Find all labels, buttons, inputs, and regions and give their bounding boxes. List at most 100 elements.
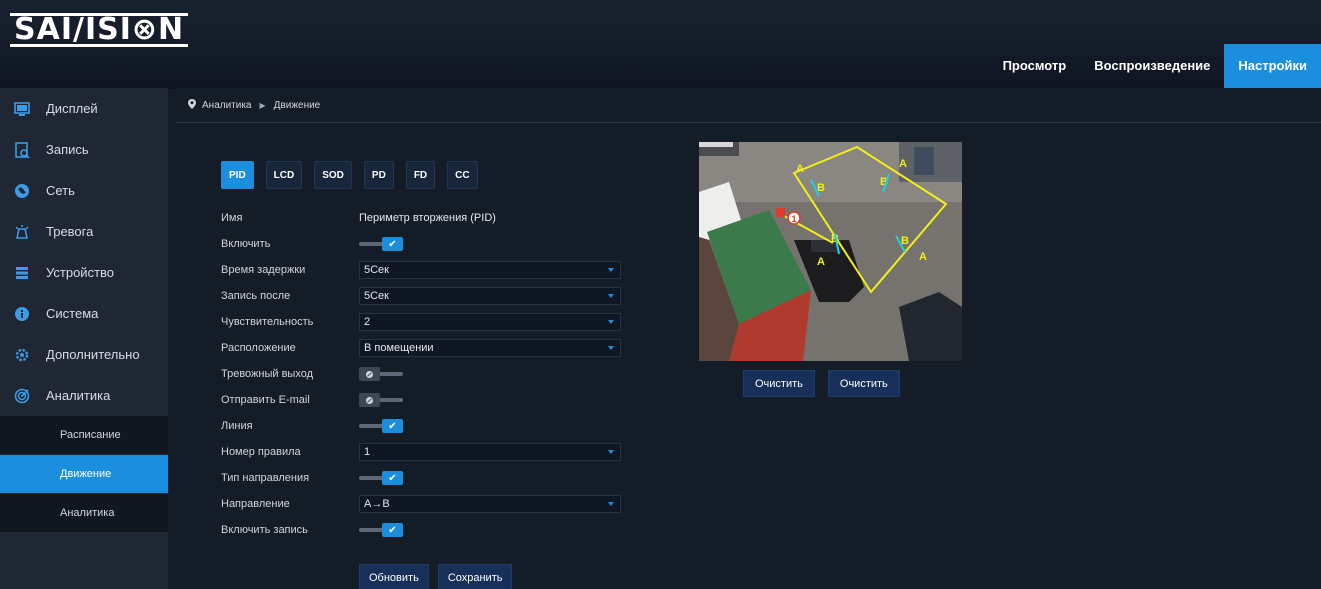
sidebar-item-label: Аналитика (46, 388, 111, 403)
content-area: Аналитика ▶ Движение PID LCD SOD PD FD C… (176, 88, 1321, 589)
rule-badge: 1 (791, 214, 796, 224)
tab-cc[interactable]: CC (447, 161, 478, 189)
analytics-tabs: PID LCD SOD PD FD CC (221, 161, 490, 189)
row-name: Имя Периметр вторжения (PID) (221, 205, 621, 231)
record-after-select[interactable]: 5Сек (359, 287, 621, 305)
enable-label: Включить (221, 238, 271, 250)
tab-sod[interactable]: SOD (314, 161, 352, 189)
direction-select[interactable]: A→B (359, 495, 621, 513)
analytics-icon (14, 388, 30, 404)
camera-preview[interactable]: 1 A A A A B B B B (699, 142, 962, 361)
breadcrumb-root[interactable]: Аналитика (202, 100, 252, 111)
row-record-after: Запись после 5Сек (221, 283, 621, 309)
sidebar-item-label: Дисплей (46, 101, 98, 116)
sidebar-subitem-analytics[interactable]: Аналитика (0, 493, 168, 532)
clear-button[interactable]: Очистить (743, 370, 815, 397)
nav-settings[interactable]: Настройки (1224, 44, 1321, 88)
enable-record-label: Включить запись (221, 524, 308, 536)
row-direction-type: Тип направления ✔ (221, 465, 621, 491)
breadcrumb-arrow-icon: ▶ (259, 100, 266, 110)
top-bar: SAI/ISI⊗N Просмотр Воспроизведение Настр… (0, 0, 1321, 89)
nav-live-view[interactable]: Просмотр (989, 44, 1081, 88)
sensitivity-value: 2 (364, 316, 371, 328)
nav-playback[interactable]: Воспроизведение (1080, 44, 1224, 88)
sidebar-item-label: Сеть (46, 183, 75, 198)
enable-record-toggle[interactable]: ✔ (359, 523, 403, 537)
line-toggle[interactable]: ✔ (359, 419, 403, 433)
enable-toggle[interactable]: ✔ (359, 237, 403, 251)
chevron-down-icon (608, 502, 614, 506)
sidebar-item-display[interactable]: Дисплей (0, 88, 168, 129)
sidebar-item-network[interactable]: Сеть (0, 170, 168, 211)
chevron-down-icon (608, 294, 614, 298)
send-email-label: Отправить E-mail (221, 394, 310, 406)
sidebar-item-device[interactable]: Устройство (0, 252, 168, 293)
camera-preview-image: 1 A A A A B B B B (699, 142, 962, 361)
brand-logo: SAI/ISI⊗N (10, 12, 189, 48)
delay-value: 5Сек (364, 264, 389, 276)
alarm-out-toggle[interactable] (359, 367, 403, 381)
rule-number-value: 1 (364, 446, 371, 458)
sidebar-subitem-motion[interactable]: Движение (0, 454, 168, 493)
zone-label-a: A (919, 251, 927, 263)
chevron-down-icon (608, 320, 614, 324)
refresh-button[interactable]: Обновить (359, 564, 429, 589)
record-after-label: Запись после (221, 290, 291, 302)
app-window: SAI/ISI⊗N Просмотр Воспроизведение Настр… (0, 0, 1321, 589)
info-icon (14, 306, 30, 322)
rule-number-label: Номер правила (221, 446, 301, 458)
clear-all-button[interactable]: Очистить (827, 370, 900, 397)
delay-label: Время задержки (221, 264, 306, 276)
row-direction: Направление A→B (221, 491, 621, 517)
direction-type-toggle[interactable]: ✔ (359, 471, 403, 485)
monitor-icon (14, 101, 30, 117)
globe-icon (14, 183, 30, 199)
row-enable-record: Включить запись ✔ (221, 517, 621, 543)
tab-pd[interactable]: PD (363, 161, 394, 189)
logo-text: SAI/ISI⊗N (10, 13, 189, 47)
alarm-out-label: Тревожный выход (221, 368, 314, 380)
alarm-icon (14, 224, 30, 240)
check-icon: ✔ (382, 471, 403, 485)
sidebar-item-label: Устройство (46, 265, 115, 280)
rule-number-select[interactable]: 1 (359, 443, 621, 461)
breadcrumb: Аналитика ▶ Движение (176, 88, 1321, 123)
sensitivity-select[interactable]: 2 (359, 313, 621, 331)
chevron-down-icon (608, 346, 614, 350)
location-label: Расположение (221, 342, 296, 354)
sidebar-item-label: Запись (46, 142, 89, 157)
tab-fd[interactable]: FD (405, 161, 436, 189)
delay-select[interactable]: 5Сек (359, 261, 621, 279)
sidebar-item-system[interactable]: Система (0, 293, 168, 334)
direction-label: Направление (221, 498, 290, 510)
row-delay: Время задержки 5Сек (221, 257, 621, 283)
sidebar-item-label: Дополнительно (46, 347, 140, 362)
sidebar-item-alarm[interactable]: Тревога (0, 211, 168, 252)
row-send-email: Отправить E-mail (221, 387, 621, 413)
row-alarm-out: Тревожный выход (221, 361, 621, 387)
zone-label-a: A (899, 158, 907, 170)
device-icon (14, 265, 30, 281)
tab-lcd[interactable]: LCD (265, 161, 303, 189)
sidebar-subitem-schedule[interactable]: Расписание (0, 416, 168, 454)
send-email-toggle[interactable] (359, 393, 403, 407)
sidebar-item-advanced[interactable]: Дополнительно (0, 334, 168, 375)
location-value: В помещении (364, 342, 434, 354)
disabled-icon (366, 396, 373, 404)
location-select[interactable]: В помещении (359, 339, 621, 357)
record-after-value: 5Сек (364, 290, 389, 302)
row-line: Линия ✔ (221, 413, 621, 439)
sidebar-item-record[interactable]: Запись (0, 129, 168, 170)
save-button[interactable]: Сохранить (437, 564, 513, 589)
preview-actions: Очистить Очистить (743, 370, 913, 397)
sidebar: Дисплей Запись Сеть Тревога Устройство С… (0, 88, 168, 589)
settings-form: Имя Периметр вторжения (PID) Включить ✔ … (221, 205, 621, 543)
chevron-down-icon (608, 450, 614, 454)
row-enable: Включить ✔ (221, 231, 621, 257)
name-value: Периметр вторжения (PID) (359, 212, 496, 224)
zone-label-a: A (817, 256, 825, 268)
row-location: Расположение В помещении (221, 335, 621, 361)
sidebar-item-analytics[interactable]: Аналитика (0, 375, 168, 416)
tab-pid[interactable]: PID (221, 161, 254, 189)
direction-type-label: Тип направления (221, 472, 310, 484)
